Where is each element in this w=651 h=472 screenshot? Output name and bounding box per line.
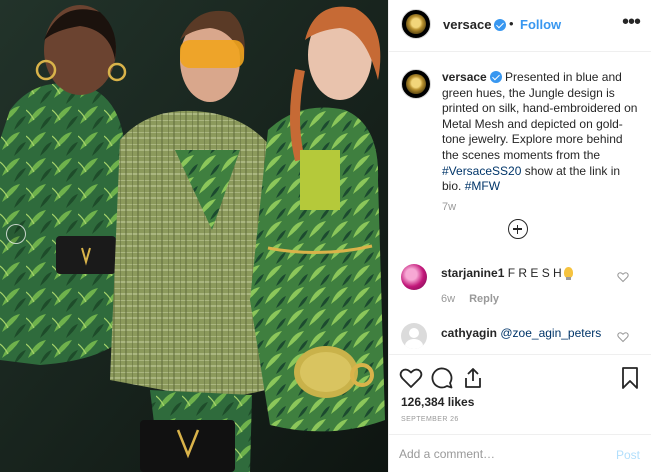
header-username[interactable]: versace (443, 17, 507, 32)
caption-avatar[interactable] (401, 69, 431, 99)
comment-input[interactable] (399, 447, 599, 461)
commenter-avatar-default[interactable] (401, 323, 427, 349)
comment-bubble-icon[interactable] (430, 366, 454, 390)
comment-timestamp[interactable]: 6w (441, 293, 455, 305)
post-photo[interactable] (0, 0, 388, 472)
load-more-comments-icon[interactable] (508, 219, 528, 239)
hashtag-link[interactable]: #MFW (465, 179, 500, 193)
hashtag-link[interactable]: #VersaceSS20 (442, 164, 521, 178)
like-comment-heart-icon[interactable] (617, 331, 629, 343)
reply-button[interactable]: Reply (469, 293, 499, 305)
like-heart-icon[interactable] (399, 366, 423, 390)
verified-badge-icon (494, 19, 507, 31)
bookmark-icon[interactable] (618, 366, 642, 390)
caption-username[interactable]: versace (442, 70, 487, 84)
more-options-icon[interactable]: ••• (622, 11, 641, 34)
medusa-logo-icon (406, 74, 426, 94)
separator-dot: • (509, 16, 514, 31)
medusa-logo-icon (406, 14, 426, 34)
caption: versace Presented in blue and green hues… (442, 70, 642, 195)
verified-badge-icon (489, 71, 502, 83)
caption-timestamp[interactable]: 7w (442, 201, 456, 213)
avatar[interactable] (401, 9, 431, 39)
comment-text: F R E S H (504, 266, 562, 280)
commenter-avatar[interactable] (401, 264, 427, 290)
like-comment-heart-icon[interactable] (617, 271, 629, 283)
light-bulb-emoji-icon (563, 267, 573, 280)
username-text[interactable]: versace (443, 17, 491, 32)
post-actions: 126,384 likes September 26 (389, 354, 651, 434)
fashion-photo-illustration (0, 0, 388, 472)
post-header: versace • Follow ••• (389, 0, 651, 52)
comment-username[interactable]: cathyagin (441, 326, 497, 340)
comment-item: cathyagin @zoe_agin_peters (441, 326, 601, 340)
comment-meta: 6w Reply (441, 293, 499, 305)
carousel-indicator[interactable] (6, 224, 26, 244)
comment-item: starjanine1 F R E S H (441, 266, 573, 280)
like-count[interactable]: 126,384 likes (401, 395, 474, 409)
comment-username[interactable]: starjanine1 (441, 266, 504, 280)
add-comment-bar: Post (389, 434, 651, 472)
mention-link[interactable]: @zoe_agin_peters (500, 326, 601, 340)
post-details-panel: versace • Follow ••• versace Presented i… (388, 0, 651, 472)
share-icon[interactable] (461, 366, 485, 390)
post-comment-button[interactable]: Post (616, 448, 640, 462)
follow-button[interactable]: Follow (520, 17, 561, 32)
post-date[interactable]: September 26 (401, 416, 459, 423)
